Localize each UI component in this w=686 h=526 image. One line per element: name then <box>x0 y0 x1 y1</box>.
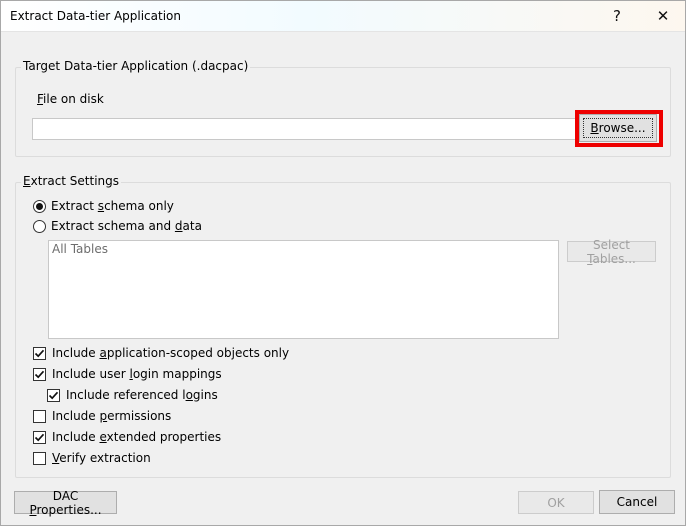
checkbox-extended-properties[interactable] <box>33 431 46 444</box>
checkbox-permissions[interactable] <box>33 410 46 423</box>
file-path-input[interactable] <box>32 118 579 140</box>
check-icon <box>34 349 45 358</box>
radio-extract-schema-and-data[interactable] <box>33 220 46 233</box>
all-tables-placeholder: All Tables <box>52 242 108 256</box>
checkbox-user-login-mappings-label[interactable]: Include user login mappings <box>52 367 222 381</box>
checkbox-referenced-logins-label[interactable]: Include referenced logins <box>66 388 218 402</box>
browse-highlight-box <box>575 110 663 147</box>
target-group <box>15 67 671 157</box>
radio-extract-schema-only[interactable] <box>33 200 46 213</box>
checkbox-extended-properties-label[interactable]: Include extended properties <box>52 430 221 444</box>
extract-dialog: Extract Data-tier Application ? ✕ Target… <box>0 0 686 526</box>
select-tables-button[interactable]: Select Tables... <box>567 238 656 266</box>
tables-listbox[interactable]: All Tables <box>48 240 559 339</box>
help-icon[interactable]: ? <box>595 1 639 31</box>
checkbox-user-login-mappings[interactable] <box>33 368 46 381</box>
close-icon[interactable]: ✕ <box>641 1 685 31</box>
check-icon <box>34 433 45 442</box>
ok-button[interactable]: OK <box>518 491 594 514</box>
checkbox-permissions-label[interactable]: Include permissions <box>52 409 171 423</box>
title-bar: Extract Data-tier Application ? ✕ <box>1 1 685 32</box>
dac-properties-label: DAC Properties... <box>29 488 102 517</box>
window-title: Extract Data-tier Application <box>10 9 181 23</box>
checkbox-referenced-logins[interactable] <box>47 389 60 402</box>
checkbox-verify-extraction-label[interactable]: Verify extraction <box>52 451 151 465</box>
check-icon <box>34 370 45 379</box>
checkbox-application-scoped-label[interactable]: Include application-scoped objects only <box>52 346 289 360</box>
target-group-title: Target Data-tier Application (.dacpac) <box>21 59 251 73</box>
radio-extract-schema-only-label[interactable]: Extract schema only <box>51 199 174 213</box>
file-on-disk-label: File on disk <box>37 92 104 106</box>
select-tables-label: Select Tables... <box>587 237 636 266</box>
checkbox-verify-extraction[interactable] <box>33 452 46 465</box>
extract-settings-title: Extract Settings <box>21 174 122 188</box>
dac-properties-button[interactable]: DAC Properties... <box>14 488 117 517</box>
radio-extract-schema-and-data-label[interactable]: Extract schema and data <box>51 219 202 233</box>
checkbox-application-scoped[interactable] <box>33 347 46 360</box>
cancel-button[interactable]: Cancel <box>599 490 675 514</box>
check-icon <box>48 391 59 400</box>
